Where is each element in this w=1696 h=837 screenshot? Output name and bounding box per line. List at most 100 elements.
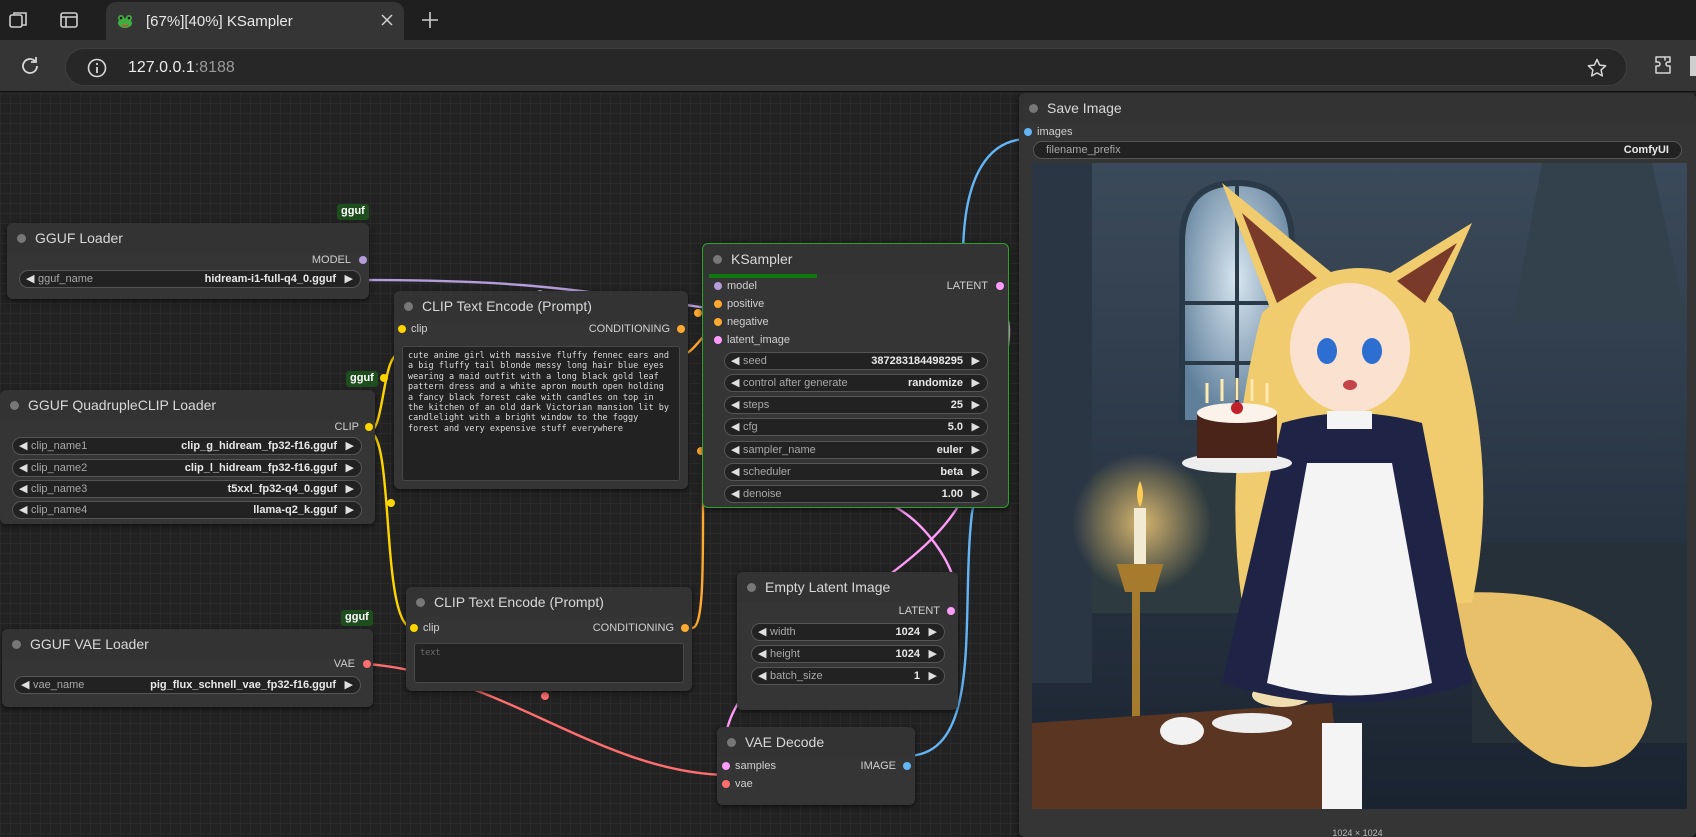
- input-clip-slot[interactable]: [398, 325, 406, 333]
- decrement-arrow-icon[interactable]: ◀: [731, 398, 739, 411]
- input-images-slot[interactable]: [1024, 128, 1032, 136]
- node-header[interactable]: Save Image: [1019, 93, 1696, 123]
- output-conditioning-slot[interactable]: [677, 325, 685, 333]
- increment-arrow-icon[interactable]: ▶: [346, 461, 354, 474]
- decrement-arrow-icon[interactable]: ◀: [731, 487, 739, 500]
- quadruple-clip-loader-node[interactable]: GGUF QuadrupleCLIP Loader CLIP ◀ clip_na…: [0, 390, 375, 524]
- widget-control-after-generate[interactable]: ◀ control after generate randomize ▶: [724, 374, 988, 392]
- node-header[interactable]: Empty Latent Image: [737, 572, 958, 602]
- node-header[interactable]: CLIP Text Encode (Prompt): [394, 291, 688, 321]
- collapse-dot[interactable]: [416, 598, 425, 607]
- menu-edge[interactable]: [1690, 56, 1696, 76]
- output-model-slot[interactable]: [359, 256, 367, 264]
- node-header[interactable]: CLIP Text Encode (Prompt): [406, 587, 692, 617]
- decrement-arrow-icon[interactable]: ◀: [731, 420, 739, 433]
- increment-arrow-icon[interactable]: ▶: [345, 678, 353, 691]
- prompt-textarea[interactable]: text: [414, 643, 684, 683]
- collapse-dot[interactable]: [713, 255, 722, 264]
- widget-steps[interactable]: ◀ steps 25 ▶: [724, 396, 988, 414]
- input-negative-slot[interactable]: [714, 318, 722, 326]
- decrement-arrow-icon[interactable]: ◀: [731, 443, 739, 456]
- vae-loader-node[interactable]: GGUF VAE Loader VAE ◀ vae_name pig_flux_…: [2, 629, 373, 707]
- omnibox[interactable]: 127.0.0.1:8188: [65, 48, 1627, 86]
- output-vae-slot[interactable]: [363, 660, 371, 668]
- widget-clip-name1[interactable]: ◀ clip_name1 clip_g_hidream_fp32-f16.ggu…: [12, 437, 362, 455]
- increment-arrow-icon[interactable]: ▶: [929, 669, 937, 682]
- widget-width[interactable]: ◀ width 1024 ▶: [751, 623, 945, 641]
- output-image-slot[interactable]: [903, 762, 911, 770]
- decrement-arrow-icon[interactable]: ◀: [19, 482, 27, 495]
- input-clip-slot[interactable]: [410, 624, 418, 632]
- increment-arrow-icon[interactable]: ▶: [346, 503, 354, 516]
- decrement-arrow-icon[interactable]: ◀: [731, 376, 739, 389]
- workspaces-icon[interactable]: [6, 8, 30, 32]
- new-tab-icon[interactable]: [418, 8, 442, 32]
- increment-arrow-icon[interactable]: ▶: [972, 376, 980, 389]
- tab-actions-icon[interactable]: [57, 8, 81, 32]
- node-header[interactable]: GGUF VAE Loader: [2, 629, 373, 659]
- generated-image-preview[interactable]: [1032, 163, 1687, 809]
- clip-text-encode-negative-node[interactable]: CLIP Text Encode (Prompt) clip CONDITION…: [406, 587, 692, 691]
- increment-arrow-icon[interactable]: ▶: [929, 647, 937, 660]
- widget-scheduler[interactable]: ◀ scheduler beta ▶: [724, 463, 988, 481]
- output-latent-slot[interactable]: [996, 282, 1004, 290]
- collapse-dot[interactable]: [10, 401, 19, 410]
- input-model-slot[interactable]: [714, 282, 722, 290]
- decrement-arrow-icon[interactable]: ◀: [19, 461, 27, 474]
- increment-arrow-icon[interactable]: ▶: [346, 439, 354, 452]
- star-icon[interactable]: [1586, 57, 1608, 79]
- url-text[interactable]: 127.0.0.1:8188: [128, 59, 235, 77]
- node-canvas[interactable]: gguf GGUF Loader MODEL ◀ gguf_name hidre…: [0, 93, 1696, 837]
- decrement-arrow-icon[interactable]: ◀: [21, 678, 29, 691]
- increment-arrow-icon[interactable]: ▶: [972, 398, 980, 411]
- widget-vae-name[interactable]: ◀ vae_name pig_flux_schnell_vae_fp32-f16…: [14, 676, 361, 694]
- increment-arrow-icon[interactable]: ▶: [929, 625, 937, 638]
- collapse-dot[interactable]: [17, 234, 26, 243]
- widget-clip-name3[interactable]: ◀ clip_name3 t5xxl_fp32-q4_0.gguf ▶: [12, 480, 362, 498]
- vae-decode-node[interactable]: VAE Decode samples vae IMAGE: [717, 727, 915, 805]
- save-image-node[interactable]: Save Image images filename_prefix ComfyU…: [1019, 93, 1696, 837]
- widget-sampler-name[interactable]: ◀ sampler_name euler ▶: [724, 441, 988, 459]
- input-vae-slot[interactable]: [722, 780, 730, 788]
- input-positive-slot[interactable]: [714, 300, 722, 308]
- output-conditioning-slot[interactable]: [681, 624, 689, 632]
- widget-height[interactable]: ◀ height 1024 ▶: [751, 645, 945, 663]
- output-clip-slot[interactable]: [365, 423, 373, 431]
- widget-denoise[interactable]: ◀ denoise 1.00 ▶: [724, 485, 988, 503]
- decrement-arrow-icon[interactable]: ◀: [758, 669, 766, 682]
- input-samples-slot[interactable]: [722, 762, 730, 770]
- widget-seed[interactable]: ◀ seed 387283184498295 ▶: [724, 352, 988, 370]
- collapse-dot[interactable]: [1029, 104, 1038, 113]
- increment-arrow-icon[interactable]: ▶: [972, 487, 980, 500]
- increment-arrow-icon[interactable]: ▶: [346, 482, 354, 495]
- widget-filename-prefix[interactable]: filename_prefix ComfyUI: [1033, 141, 1682, 159]
- increment-arrow-icon[interactable]: ▶: [972, 443, 980, 456]
- decrement-arrow-icon[interactable]: ◀: [19, 503, 27, 516]
- widget-cfg[interactable]: ◀ cfg 5.0 ▶: [724, 418, 988, 436]
- widget-clip-name2[interactable]: ◀ clip_name2 clip_l_hidream_fp32-f16.ggu…: [12, 459, 362, 477]
- active-tab[interactable]: [67%][40%] KSampler: [106, 2, 404, 40]
- decrement-arrow-icon[interactable]: ◀: [758, 647, 766, 660]
- increment-arrow-icon[interactable]: ▶: [972, 354, 980, 367]
- reload-icon[interactable]: [18, 54, 42, 78]
- close-icon[interactable]: [378, 11, 396, 29]
- widget-clip-name4[interactable]: ◀ clip_name4 llama-q2_k.gguf ▶: [12, 501, 362, 519]
- decrement-arrow-icon[interactable]: ◀: [758, 625, 766, 638]
- collapse-dot[interactable]: [727, 738, 736, 747]
- collapse-dot[interactable]: [747, 583, 756, 592]
- node-header[interactable]: GGUF QuadrupleCLIP Loader: [0, 390, 375, 420]
- empty-latent-image-node[interactable]: Empty Latent Image LATENT ◀ width 1024 ▶…: [737, 572, 958, 710]
- decrement-arrow-icon[interactable]: ◀: [26, 272, 34, 285]
- extensions-icon[interactable]: [1652, 53, 1676, 77]
- gguf-loader-node[interactable]: GGUF Loader MODEL ◀ gguf_name hidream-i1…: [7, 223, 369, 299]
- node-header[interactable]: KSampler: [703, 244, 1008, 274]
- node-header[interactable]: VAE Decode: [717, 727, 915, 757]
- clip-text-encode-positive-node[interactable]: CLIP Text Encode (Prompt) clip CONDITION…: [394, 291, 688, 489]
- decrement-arrow-icon[interactable]: ◀: [19, 439, 27, 452]
- node-header[interactable]: GGUF Loader: [7, 223, 369, 253]
- widget-gguf-name[interactable]: ◀ gguf_name hidream-i1-full-q4_0.gguf ▶: [19, 270, 361, 288]
- output-latent-slot[interactable]: [947, 607, 955, 615]
- collapse-dot[interactable]: [404, 302, 413, 311]
- increment-arrow-icon[interactable]: ▶: [972, 420, 980, 433]
- decrement-arrow-icon[interactable]: ◀: [731, 465, 739, 478]
